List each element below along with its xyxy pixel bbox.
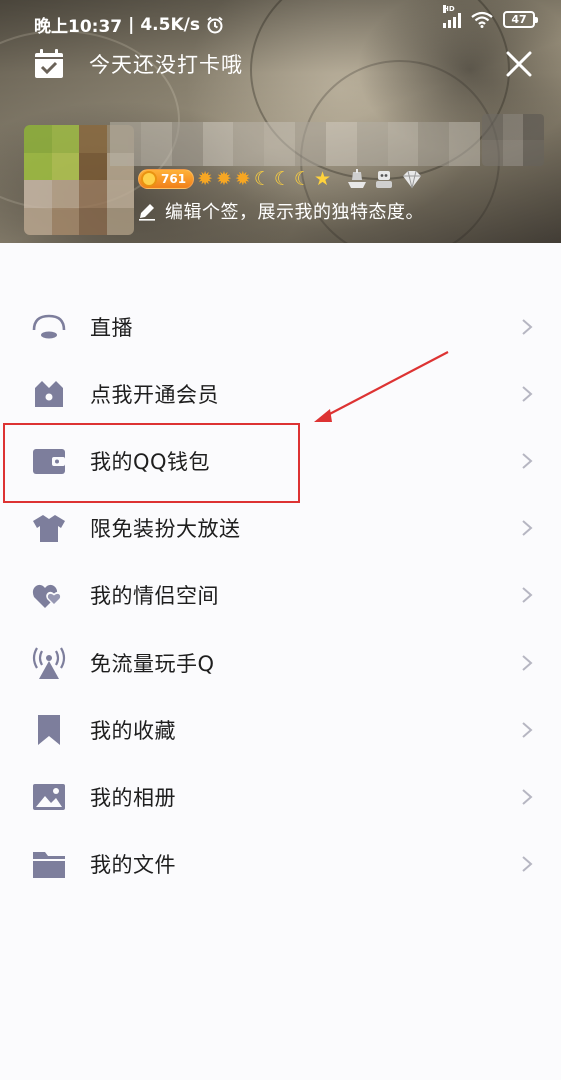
menu-item-free-data[interactable]: 免流量玩手Q bbox=[0, 629, 561, 696]
sun-badge-icon: ✹ bbox=[234, 168, 251, 190]
status-divider: | bbox=[128, 14, 135, 35]
sun-badge-icon: ✹ bbox=[215, 168, 232, 190]
calendar-check-icon bbox=[35, 49, 63, 78]
menu-item-label: 我的文件 bbox=[90, 853, 176, 878]
menu-item-label: 免流量玩手Q bbox=[90, 651, 215, 676]
chevron-right-icon bbox=[522, 386, 533, 402]
signature-text: 编辑个签，展示我的独特态度。 bbox=[165, 202, 424, 223]
menu-item-live[interactable]: 直播 bbox=[0, 293, 561, 360]
menu-item-favorites[interactable]: 我的收藏 bbox=[0, 696, 561, 763]
chevron-right-icon bbox=[522, 856, 533, 872]
vip-icon bbox=[35, 380, 63, 407]
level-badges[interactable]: 761 ✹ ✹ ✹ ☾ ☾ ☾ ★ bbox=[138, 168, 425, 190]
menu-item-album[interactable]: 我的相册 bbox=[0, 763, 561, 830]
antenna-icon bbox=[32, 646, 66, 679]
sun-badge-icon: ✹ bbox=[197, 168, 213, 190]
vip-ship-icon bbox=[348, 169, 367, 188]
menu-item-label: 我的相册 bbox=[90, 785, 176, 810]
menu-item-label: 直播 bbox=[90, 315, 133, 340]
signature-row[interactable]: 编辑个签，展示我的独特态度。 bbox=[137, 198, 424, 224]
vip-diamond-icon bbox=[403, 170, 422, 189]
vip-robot-icon bbox=[376, 171, 393, 188]
shirt-icon bbox=[33, 515, 65, 543]
status-bar: 晚上10:37 | 4.5K/s HD 47 bbox=[0, 0, 561, 44]
alarm-icon bbox=[207, 16, 223, 33]
network-type-label: HD bbox=[443, 4, 455, 13]
star-badge-icon: ★ bbox=[313, 168, 332, 190]
chevron-right-icon bbox=[522, 453, 533, 469]
album-icon bbox=[33, 783, 65, 810]
chevron-right-icon bbox=[522, 654, 533, 671]
drawer-menu: 直播 点我开通会员 我的QQ钱包 限免装扮大放送 我的情侣空间 免流量玩手Q 我… bbox=[0, 293, 561, 898]
bookmark-icon bbox=[38, 714, 60, 745]
hearts-icon bbox=[32, 585, 62, 609]
coin-icon bbox=[141, 171, 157, 187]
checkin-text: 今天还没打卡哦 bbox=[89, 53, 243, 77]
level-number: 761 bbox=[161, 172, 187, 186]
folder-icon bbox=[33, 852, 65, 879]
annotation-arrow-icon bbox=[314, 351, 449, 422]
battery-level: 47 bbox=[511, 13, 527, 26]
profile-header: 晚上10:37 | 4.5K/s HD 47 今天还没打卡哦 761 ✹ ✹ ✹… bbox=[0, 0, 561, 243]
menu-item-outfit[interactable]: 限免装扮大放送 bbox=[0, 495, 561, 562]
chevron-right-icon bbox=[522, 520, 533, 536]
status-time: 晚上10:37 bbox=[34, 17, 123, 37]
menu-item-label: 我的情侣空间 bbox=[90, 584, 219, 609]
menu-item-label: 点我开通会员 bbox=[90, 382, 219, 407]
highlight-box-annotation bbox=[3, 423, 300, 503]
level-pill: 761 bbox=[138, 169, 195, 189]
checkin-banner[interactable]: 今天还没打卡哦 bbox=[33, 48, 243, 80]
live-icon bbox=[32, 314, 66, 339]
chevron-right-icon bbox=[522, 318, 533, 335]
menu-item-label: 我的收藏 bbox=[90, 718, 176, 743]
chevron-right-icon bbox=[522, 721, 533, 738]
wifi-icon bbox=[471, 11, 493, 28]
moon-badge-icon: ☾ bbox=[253, 168, 271, 190]
status-speed: 4.5K/s bbox=[140, 14, 200, 35]
moon-badge-icon: ☾ bbox=[273, 168, 291, 190]
menu-item-couple-space[interactable]: 我的情侣空间 bbox=[0, 562, 561, 629]
moon-badge-icon: ☾ bbox=[293, 168, 311, 190]
nickname-blurred bbox=[110, 122, 480, 166]
blurred-element bbox=[482, 114, 544, 166]
chevron-right-icon bbox=[522, 789, 533, 805]
menu-item-vip[interactable]: 点我开通会员 bbox=[0, 360, 561, 427]
menu-item-files[interactable]: 我的文件 bbox=[0, 831, 561, 898]
menu-item-label: 限免装扮大放送 bbox=[90, 517, 241, 542]
cell-signal-icon: HD bbox=[443, 4, 461, 28]
battery-icon: 47 bbox=[503, 11, 538, 28]
chevron-right-icon bbox=[522, 587, 533, 604]
edit-pencil-icon bbox=[139, 204, 155, 221]
close-icon[interactable] bbox=[505, 50, 533, 78]
